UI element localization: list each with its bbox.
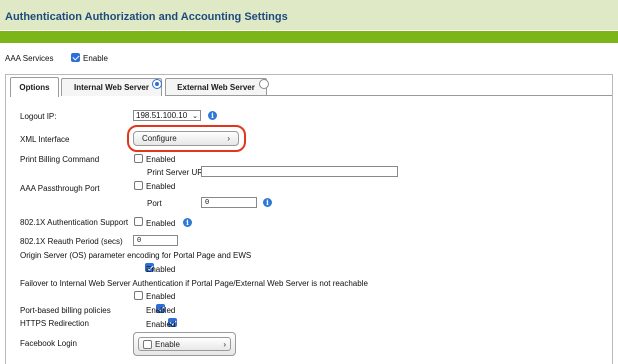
info-icon[interactable]: i	[263, 198, 272, 207]
dot1x-reauth-label: 802.1X Reauth Period (secs)	[20, 237, 123, 246]
port-label: Port	[147, 199, 162, 208]
external-web-server-radio[interactable]	[259, 79, 269, 89]
tab-options-label: Options	[19, 83, 50, 92]
https-redirect-enabled-label: Enabled	[146, 320, 176, 329]
aaa-enable-label: Enable	[83, 54, 108, 63]
facebook-login-label: Facebook Login	[20, 339, 77, 348]
failover-label: Failover to Internal Web Server Authenti…	[20, 279, 368, 288]
logout-ip-label: Logout IP:	[20, 112, 57, 121]
dot1x-auth-label: 802.1X Authentication Support	[20, 218, 129, 227]
print-billing-checkbox[interactable]	[134, 154, 143, 163]
chevron-down-icon: ⌄	[192, 112, 198, 120]
tab-options[interactable]: Options	[10, 77, 59, 97]
configure-button[interactable]: Configure ›	[133, 131, 239, 146]
passthrough-enabled-label: Enabled	[146, 182, 176, 191]
info-icon[interactable]: i	[208, 111, 217, 120]
aaa-passthrough-label: AAA Passthrough Port	[20, 184, 100, 193]
print-billing-enabled-label: Enabled	[146, 155, 176, 164]
tab-internal-web-server[interactable]: Internal Web Server	[61, 78, 162, 96]
facebook-enable-button[interactable]: Enable ›	[138, 337, 231, 351]
tab-external-label: External Web Server	[177, 83, 255, 92]
port-billing-enabled-label: Enabled	[146, 306, 176, 315]
logout-ip-select[interactable]: 198.51.100.10 ⌄	[133, 110, 201, 121]
xml-interface-label: XML Interface	[20, 135, 70, 144]
internal-web-server-radio[interactable]	[152, 79, 162, 89]
port-input[interactable]: 0	[201, 197, 257, 208]
page-title: Authentication Authorization and Account…	[5, 11, 288, 23]
port-billing-label: Port-based billing policies	[20, 306, 111, 315]
print-server-url-label: Print Server URL	[147, 168, 208, 177]
logout-ip-value: 198.51.100.10	[136, 111, 188, 120]
facebook-enable-group: Enable	[143, 339, 180, 349]
failover-checkbox[interactable]	[134, 291, 143, 300]
print-billing-label: Print Billing Command	[20, 155, 100, 164]
chevron-right-icon: ›	[227, 134, 230, 143]
tab-internal-label: Internal Web Server	[74, 83, 149, 92]
facebook-enable-label: Enable	[155, 339, 180, 349]
origin-server-enabled-label: Enabled	[146, 265, 176, 274]
configure-label: Configure	[142, 134, 177, 143]
failover-enabled-label: Enabled	[146, 292, 176, 301]
reauth-period-input[interactable]: 0	[133, 235, 178, 246]
tab-external-web-server[interactable]: External Web Server	[165, 78, 267, 96]
chevron-right-icon: ›	[223, 339, 226, 349]
header-stripe	[0, 31, 618, 43]
dot1x-auth-checkbox[interactable]	[134, 217, 143, 226]
aaa-services-label: AAA Services	[5, 54, 54, 63]
aaa-enable-checkbox[interactable]	[71, 53, 80, 62]
facebook-login-control: Enable ›	[133, 332, 236, 356]
print-server-url-input[interactable]	[201, 166, 398, 177]
https-redirect-label: HTTPS Redirection	[20, 319, 89, 328]
passthrough-checkbox[interactable]	[134, 181, 143, 190]
info-icon[interactable]: i	[183, 218, 192, 227]
tab-divider	[166, 95, 612, 96]
facebook-enable-checkbox[interactable]	[143, 339, 152, 349]
dot1x-auth-enabled-label: Enabled	[146, 219, 176, 228]
origin-server-label: Origin Server (OS) parameter encoding fo…	[20, 251, 252, 260]
